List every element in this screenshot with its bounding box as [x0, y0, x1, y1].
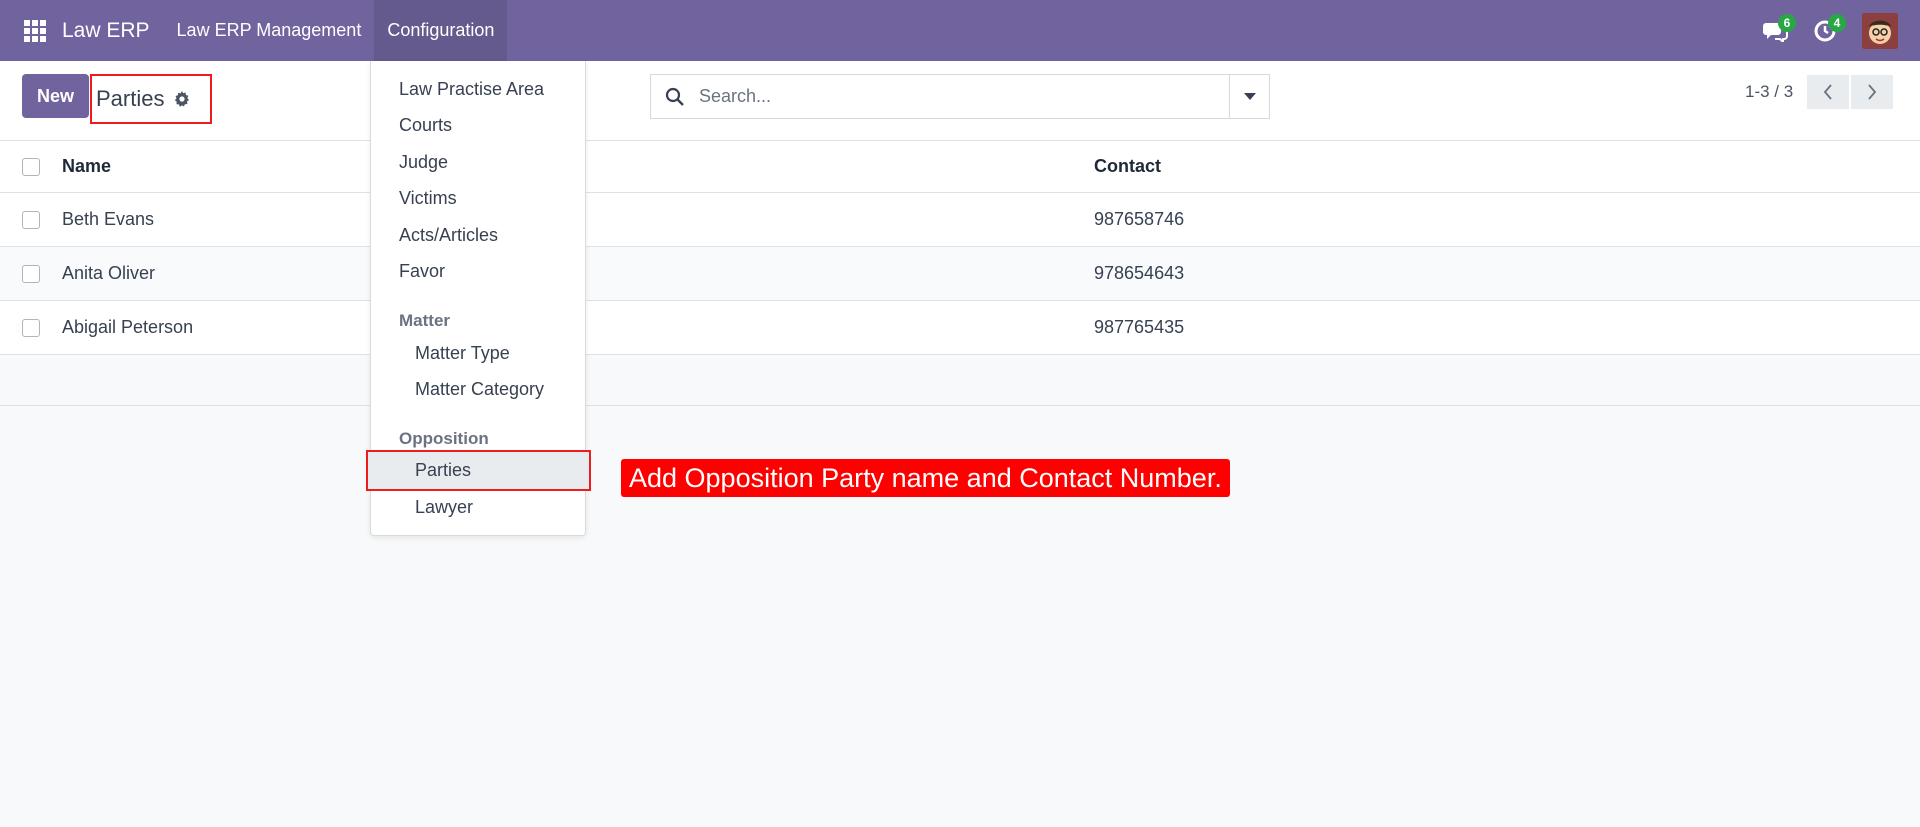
- configuration-dropdown-menu: Law Practise Area Courts Judge Victims A…: [366, 61, 591, 536]
- breadcrumb: Parties: [90, 74, 212, 124]
- cell-contact: 987765435: [1094, 317, 1185, 337]
- activities-button[interactable]: 4: [1800, 0, 1850, 61]
- app-brand[interactable]: Law ERP: [62, 19, 150, 43]
- menu-item-parties[interactable]: Parties: [366, 450, 591, 491]
- control-panel: New Parties 1-3 / 3: [0, 61, 1920, 141]
- grid-icon: [24, 19, 46, 42]
- search-bar: [650, 74, 1270, 119]
- chevron-right-icon: [1868, 84, 1877, 100]
- menu-item-victims[interactable]: Victims: [399, 188, 457, 209]
- page-title: Parties: [96, 86, 165, 111]
- cell-name: Anita Oliver: [62, 263, 156, 283]
- column-header-contact[interactable]: Contact: [1094, 156, 1161, 177]
- menu-item-favor[interactable]: Favor: [399, 261, 445, 282]
- list-view: Name Contact Beth Evans 987658746 Anita …: [0, 141, 1920, 406]
- new-button[interactable]: New: [22, 74, 89, 118]
- menu-item-matter-type[interactable]: Matter Type: [415, 343, 510, 364]
- column-header-name[interactable]: Name: [62, 156, 111, 177]
- menu-law-erp-management[interactable]: Law ERP Management: [164, 0, 375, 61]
- search-icon: [651, 87, 699, 107]
- search-options-toggle[interactable]: [1229, 75, 1269, 118]
- gear-icon[interactable]: [174, 91, 190, 107]
- list-header: Name Contact: [0, 141, 1920, 193]
- activities-count-badge: 4: [1828, 14, 1846, 32]
- menu-item-judge[interactable]: Judge: [399, 152, 448, 173]
- pager: 1-3 / 3: [1745, 75, 1894, 109]
- row-checkbox[interactable]: [22, 210, 40, 229]
- annotation-callout: Add Opposition Party name and Contact Nu…: [621, 459, 1230, 497]
- user-avatar[interactable]: [1862, 12, 1898, 49]
- caret-down-icon: [1243, 92, 1256, 100]
- cell-name: Beth Evans: [62, 209, 155, 229]
- menu-section-matter: Matter: [399, 311, 451, 330]
- table-row[interactable]: Beth Evans 987658746: [0, 193, 1920, 247]
- messages-count-badge: 6: [1778, 14, 1796, 32]
- menu-item-courts[interactable]: Courts: [399, 115, 452, 136]
- cell-name: Abigail Peterson: [62, 317, 194, 337]
- apps-menu-button[interactable]: [0, 0, 70, 61]
- cell-contact: 987658746: [1094, 209, 1185, 229]
- menu-configuration[interactable]: Configuration: [374, 0, 508, 61]
- pager-next-button[interactable]: [1851, 75, 1894, 109]
- chevron-left-icon: [1824, 84, 1832, 100]
- menu-item-acts-articles[interactable]: Acts/Articles: [399, 225, 498, 246]
- menu-item-law-practise-area[interactable]: Law Practise Area: [399, 79, 544, 100]
- menu-item-lawyer[interactable]: Lawyer: [415, 497, 473, 518]
- list-footer: [0, 355, 1920, 406]
- top-navbar: Law ERP Law ERP Management Configuration…: [0, 0, 1920, 61]
- row-checkbox[interactable]: [22, 318, 40, 337]
- messages-button[interactable]: 6: [1750, 0, 1800, 61]
- search-input[interactable]: [699, 75, 1229, 118]
- pager-previous-button[interactable]: [1807, 75, 1850, 109]
- select-all-checkbox[interactable]: [22, 157, 40, 176]
- table-row[interactable]: Abigail Peterson 987765435: [0, 301, 1920, 355]
- row-checkbox[interactable]: [22, 264, 40, 283]
- menu-item-matter-category[interactable]: Matter Category: [415, 379, 544, 400]
- avatar-face-icon: [1862, 12, 1898, 49]
- cell-contact: 978654643: [1094, 263, 1185, 283]
- table-row[interactable]: Anita Oliver 978654643: [0, 247, 1920, 301]
- pager-value[interactable]: 1-3 / 3: [1745, 82, 1793, 102]
- menu-section-opposition: Opposition: [399, 429, 489, 448]
